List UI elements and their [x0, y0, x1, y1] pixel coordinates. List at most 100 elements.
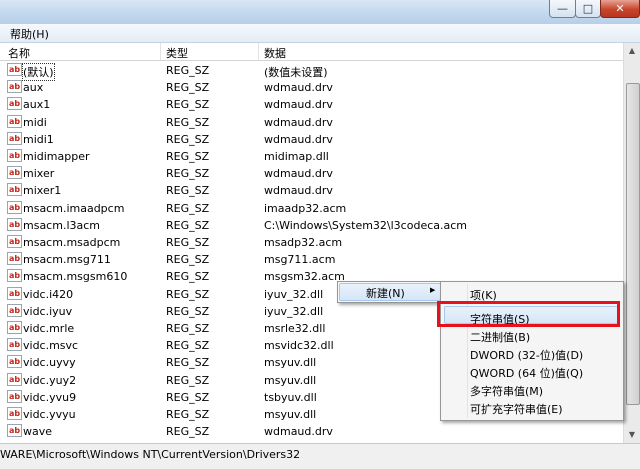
value-data: wdmaud.drv — [264, 132, 333, 146]
value-data: msyuv.dll — [264, 408, 317, 421]
string-value-icon: ab — [7, 63, 22, 76]
value-type: REG_SZ — [166, 150, 210, 163]
value-data: wdmaud.drv — [264, 167, 333, 181]
vertical-scrollbar[interactable]: ▲ ▼ — [623, 43, 640, 443]
column-divider[interactable] — [160, 43, 161, 60]
value-name: msacm.imaadpcm — [23, 201, 125, 215]
string-value-icon: ab — [7, 149, 22, 162]
menu-item-expandable-string-value[interactable]: 可扩充字符串值(E) — [470, 401, 563, 417]
table-row[interactable]: ab midimapper REG_SZ midimap.dll — [0, 148, 623, 165]
column-divider[interactable] — [258, 43, 259, 60]
minimize-button[interactable]: — — [549, 0, 576, 18]
menu-item-binary-value[interactable]: 二进制值(B) — [470, 329, 530, 345]
close-button[interactable]: ✕ — [600, 0, 640, 18]
value-type: REG_SZ — [166, 322, 210, 335]
value-data: msg711.acm — [264, 253, 336, 267]
value-type: REG_SZ — [166, 81, 210, 95]
table-row[interactable]: ab msacm.l3acm REG_SZ C:\Windows\System32\l… — [0, 217, 623, 234]
value-name: midimapper — [23, 150, 90, 163]
value-data: tsbyuv.dll — [264, 390, 317, 404]
value-name: midi1 — [23, 132, 54, 146]
value-data: midimap.dll — [264, 150, 329, 163]
value-type: REG_SZ — [166, 390, 210, 404]
value-type: REG_SZ — [166, 287, 210, 301]
value-type: REG_SZ — [166, 115, 210, 129]
value-name: vidc.yvu9 — [23, 390, 77, 404]
value-data: msgsm32.acm — [264, 270, 345, 284]
string-value-icon: ab — [7, 269, 22, 283]
value-type: REG_SZ — [166, 98, 210, 112]
value-data: msrle32.dll — [264, 322, 326, 335]
string-value-icon: ab — [7, 200, 22, 214]
string-value-icon: ab — [7, 97, 22, 111]
table-row[interactable]: ab (默认) REG_SZ (数值未设置) — [0, 62, 623, 81]
string-value-icon: ab — [7, 372, 22, 386]
string-value-icon: ab — [7, 217, 22, 231]
value-type: REG_SZ — [166, 425, 210, 439]
value-data: (数值未设置) — [264, 66, 328, 79]
value-type: REG_SZ — [166, 373, 210, 387]
table-row[interactable]: ab msacm.imaadpcm REG_SZ imaadp32.acm — [0, 200, 623, 217]
submenu-arrow-icon: ▶ — [430, 286, 436, 294]
value-data: iyuv_32.dll — [264, 304, 324, 318]
table-row[interactable]: ab midi1 REG_SZ wdmaud.drv — [0, 131, 623, 148]
menu-item-multi-string-value[interactable]: 多字符串值(M) — [470, 383, 543, 399]
table-row[interactable]: ab mixer1 REG_SZ wdmaud.drv — [0, 182, 623, 199]
scroll-down-arrow-icon[interactable]: ▼ — [624, 427, 640, 443]
value-name: vidc.uyvy — [23, 356, 76, 370]
string-value-icon: ab — [7, 286, 22, 300]
menu-item-new[interactable]: 新建(N) — [366, 285, 405, 301]
value-data: msadp32.acm — [264, 236, 343, 249]
value-data: C:\Windows\System32\l3codeca.acm — [264, 218, 467, 232]
value-data: wdmaud.drv — [264, 81, 333, 95]
menu-help[interactable]: 帮助(H) — [10, 26, 49, 42]
table-row[interactable]: ab aux REG_SZ wdmaud.drv — [0, 79, 623, 96]
table-row[interactable]: ab msacm.msg711 REG_SZ msg711.acm — [0, 251, 623, 268]
value-name: vidc.yvyu — [23, 408, 76, 421]
string-value-icon: ab — [7, 235, 22, 248]
string-value-icon: ab — [7, 303, 22, 317]
menu-item-qword-value[interactable]: QWORD (64 位)值(Q) — [470, 365, 583, 381]
string-value-icon: ab — [7, 166, 22, 180]
value-data: wdmaud.drv — [264, 115, 333, 129]
table-row[interactable]: ab msacm.msadpcm REG_SZ msadp32.acm — [0, 234, 623, 251]
string-value-icon: ab — [7, 131, 22, 145]
menu-bar: 帮助(H) — [0, 24, 640, 43]
title-bar: — □ ✕ — [0, 0, 640, 24]
table-row[interactable]: ab midi REG_SZ wdmaud.drv — [0, 114, 623, 131]
value-name: vidc.i420 — [23, 287, 74, 301]
value-name: mixer1 — [23, 184, 62, 198]
string-value-icon: ab — [7, 338, 22, 352]
value-name: aux — [23, 81, 44, 95]
value-type: REG_SZ — [166, 253, 210, 267]
value-data: msyuv.dll — [264, 356, 317, 370]
table-row[interactable]: ab wave REG_SZ wdmaud.drv — [0, 423, 623, 440]
value-name: wave — [23, 425, 53, 439]
table-row[interactable]: ab aux1 REG_SZ wdmaud.drv — [0, 96, 623, 113]
value-type: REG_SZ — [166, 356, 210, 370]
value-data: wdmaud.drv — [264, 425, 333, 439]
scrollbar-thumb[interactable] — [626, 83, 640, 405]
value-type: REG_SZ — [166, 184, 210, 198]
value-name: mixer — [23, 167, 55, 181]
column-header-type[interactable]: 类型 — [166, 45, 188, 61]
string-value-icon: ab — [7, 407, 22, 420]
menu-item-dword-value[interactable]: DWORD (32-位)值(D) — [470, 347, 583, 363]
table-row[interactable]: ab mixer REG_SZ wdmaud.drv — [0, 165, 623, 182]
value-name: (默认) — [22, 63, 55, 81]
column-header-data[interactable]: 数据 — [264, 45, 286, 61]
value-name: aux1 — [23, 98, 51, 112]
context-menu: 新建(N) ▶ — [337, 281, 443, 303]
value-type: REG_SZ — [166, 132, 210, 146]
value-name: midi — [23, 115, 47, 129]
highlight-annotation-box — [437, 301, 620, 327]
value-data: msvidc32.dll — [264, 339, 334, 353]
value-type: REG_SZ — [166, 270, 210, 284]
value-type: REG_SZ — [166, 167, 210, 181]
value-type: REG_SZ — [166, 201, 210, 215]
maximize-button[interactable]: □ — [575, 0, 601, 18]
value-name: vidc.iyuv — [23, 304, 73, 318]
column-header-name[interactable]: 名称 — [8, 45, 30, 61]
scroll-up-arrow-icon[interactable]: ▲ — [624, 43, 640, 59]
list-header: 名称 类型 数据 — [0, 43, 623, 61]
